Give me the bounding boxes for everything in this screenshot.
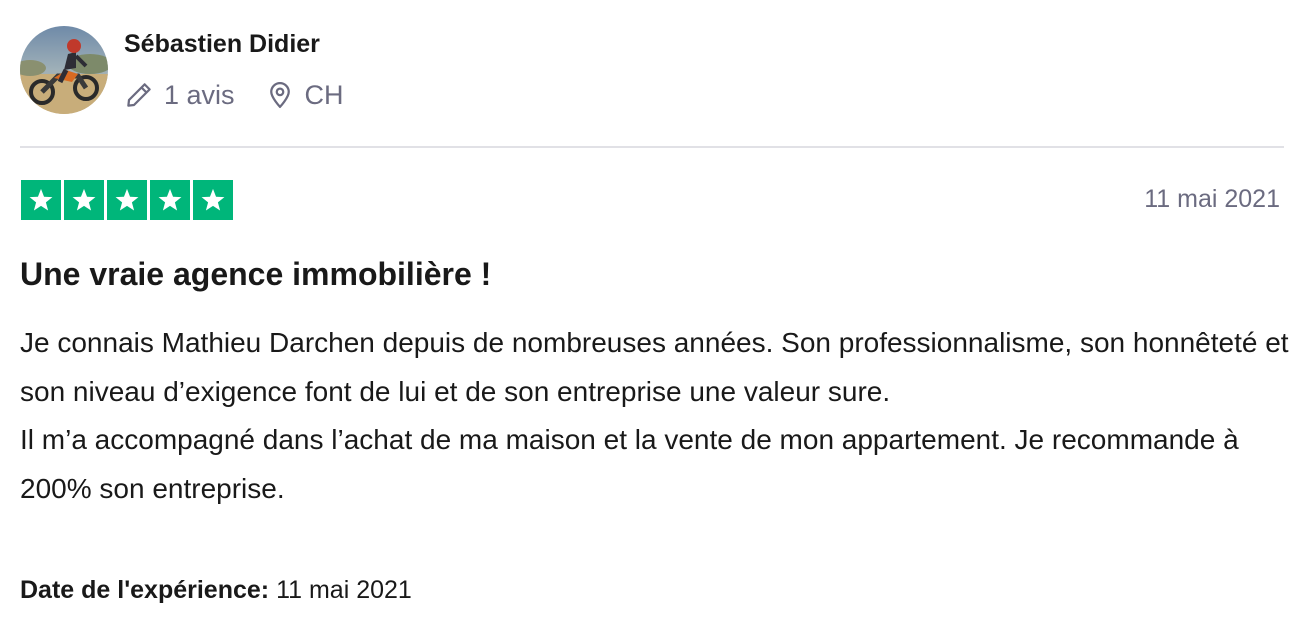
review-body: Je connais Mathieu Darchen depuis de nom… [20, 319, 1290, 513]
reviews-count: 1 avis [124, 80, 235, 111]
location-pin-icon [265, 80, 295, 110]
review-title[interactable]: Une vraie agence immobilière ! [20, 256, 491, 293]
reviewer-location: CH [265, 80, 344, 111]
review-date: 11 mai 2021 [1144, 185, 1280, 213]
star-icon [64, 180, 104, 220]
star-icon [21, 180, 61, 220]
divider [20, 146, 1284, 148]
review-paragraph: Je connais Mathieu Darchen depuis de nom… [20, 327, 1289, 407]
reviews-count-label: 1 avis [164, 79, 235, 110]
motocross-rider-photo [20, 26, 108, 114]
star-icon [107, 180, 147, 220]
country-label: CH [304, 79, 344, 110]
reviewer-meta: 1 avis CH [124, 76, 344, 114]
star-rating [21, 180, 236, 220]
experience-value: 11 mai 2021 [276, 576, 412, 604]
review-paragraph: Il m’a accompagné dans l’achat de ma mai… [20, 424, 1239, 504]
experience-label: Date de l'expérience: [20, 576, 270, 604]
star-icon [150, 180, 190, 220]
experience-date: Date de l'expérience: 11 mai 2021 [20, 576, 412, 605]
pencil-icon [124, 80, 154, 110]
avatar [20, 26, 108, 114]
reviewer-name[interactable]: Sébastien Didier [124, 30, 320, 59]
star-icon [193, 180, 233, 220]
